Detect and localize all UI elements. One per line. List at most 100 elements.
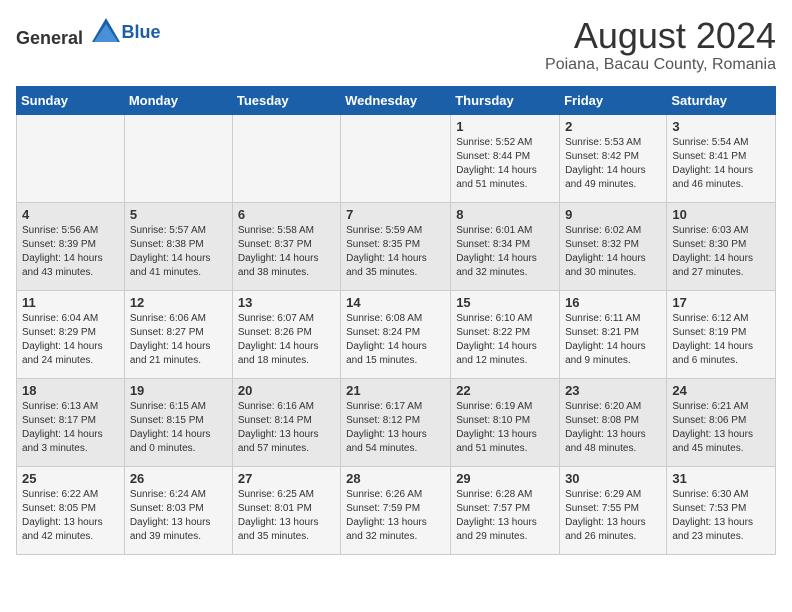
day-info-line: Daylight: 13 hours [238,516,335,530]
day-info-line: and 54 minutes. [346,442,445,456]
page-header: General Blue August 2024 Poiana, Bacau C… [16,16,776,74]
day-info-line: Sunrise: 6:13 AM [22,400,119,414]
calendar-cell: 19Sunrise: 6:15 AMSunset: 8:15 PMDayligh… [124,378,232,466]
day-info-line: Daylight: 14 hours [456,164,554,178]
calendar-cell: 28Sunrise: 6:26 AMSunset: 7:59 PMDayligh… [341,466,451,554]
day-info-line: and 41 minutes. [130,266,227,280]
day-info-line: Daylight: 14 hours [565,340,661,354]
calendar-week-5: 25Sunrise: 6:22 AMSunset: 8:05 PMDayligh… [17,466,776,554]
day-info: Sunrise: 6:29 AMSunset: 7:55 PMDaylight:… [565,488,661,544]
calendar-cell: 29Sunrise: 6:28 AMSunset: 7:57 PMDayligh… [451,466,560,554]
header-row: SundayMondayTuesdayWednesdayThursdayFrid… [17,86,776,114]
column-header-sunday: Sunday [17,86,125,114]
day-info-line: and 43 minutes. [22,266,119,280]
day-info-line: and 42 minutes. [22,530,119,544]
column-header-friday: Friday [560,86,667,114]
day-info-line: Sunrise: 6:25 AM [238,488,335,502]
day-info: Sunrise: 6:20 AMSunset: 8:08 PMDaylight:… [565,400,661,456]
day-number: 3 [672,119,770,134]
day-number: 18 [22,383,119,398]
day-info-line: and 21 minutes. [130,354,227,368]
day-info-line: Daylight: 13 hours [672,428,770,442]
day-info-line: Sunset: 8:37 PM [238,238,335,252]
day-info: Sunrise: 6:12 AMSunset: 8:19 PMDaylight:… [672,312,770,368]
logo-general: General [16,28,83,48]
day-info-line: and 51 minutes. [456,178,554,192]
day-info: Sunrise: 5:59 AMSunset: 8:35 PMDaylight:… [346,224,445,280]
day-info: Sunrise: 5:58 AMSunset: 8:37 PMDaylight:… [238,224,335,280]
day-info: Sunrise: 6:16 AMSunset: 8:14 PMDaylight:… [238,400,335,456]
day-number: 9 [565,207,661,222]
day-info: Sunrise: 6:10 AMSunset: 8:22 PMDaylight:… [456,312,554,368]
day-number: 1 [456,119,554,134]
calendar-cell [232,114,340,202]
day-info-line: Sunrise: 6:16 AM [238,400,335,414]
day-info-line: Sunset: 8:08 PM [565,414,661,428]
day-number: 5 [130,207,227,222]
day-info-line: Sunrise: 6:20 AM [565,400,661,414]
day-info-line: Sunset: 7:55 PM [565,502,661,516]
day-info-line: Sunset: 8:32 PM [565,238,661,252]
day-info-line: Sunrise: 6:19 AM [456,400,554,414]
calendar-table: SundayMondayTuesdayWednesdayThursdayFrid… [16,86,776,555]
day-info-line: and 23 minutes. [672,530,770,544]
day-info: Sunrise: 6:11 AMSunset: 8:21 PMDaylight:… [565,312,661,368]
day-info-line: Sunset: 8:10 PM [456,414,554,428]
day-info-line: Sunset: 8:01 PM [238,502,335,516]
day-info-line: Sunrise: 6:15 AM [130,400,227,414]
day-number: 15 [456,295,554,310]
day-info-line: Daylight: 14 hours [456,340,554,354]
day-number: 2 [565,119,661,134]
day-info: Sunrise: 6:15 AMSunset: 8:15 PMDaylight:… [130,400,227,456]
calendar-cell: 9Sunrise: 6:02 AMSunset: 8:32 PMDaylight… [560,202,667,290]
day-info-line: Sunset: 8:42 PM [565,150,661,164]
calendar-cell: 21Sunrise: 6:17 AMSunset: 8:12 PMDayligh… [341,378,451,466]
day-info-line: Sunset: 8:41 PM [672,150,770,164]
calendar-cell: 17Sunrise: 6:12 AMSunset: 8:19 PMDayligh… [667,290,776,378]
calendar-cell: 23Sunrise: 6:20 AMSunset: 8:08 PMDayligh… [560,378,667,466]
day-info-line: Daylight: 13 hours [565,516,661,530]
day-number: 13 [238,295,335,310]
calendar-cell: 31Sunrise: 6:30 AMSunset: 7:53 PMDayligh… [667,466,776,554]
day-info-line: and 3 minutes. [22,442,119,456]
calendar-cell: 5Sunrise: 5:57 AMSunset: 8:38 PMDaylight… [124,202,232,290]
day-number: 10 [672,207,770,222]
calendar-cell [124,114,232,202]
day-info-line: Sunrise: 5:58 AM [238,224,335,238]
day-info-line: Sunset: 8:14 PM [238,414,335,428]
day-number: 21 [346,383,445,398]
day-info-line: and 46 minutes. [672,178,770,192]
day-info-line: Sunrise: 6:12 AM [672,312,770,326]
day-info-line: Sunset: 8:22 PM [456,326,554,340]
day-info-line: and 12 minutes. [456,354,554,368]
calendar-cell: 11Sunrise: 6:04 AMSunset: 8:29 PMDayligh… [17,290,125,378]
day-info-line: Sunset: 8:34 PM [456,238,554,252]
calendar-cell: 2Sunrise: 5:53 AMSunset: 8:42 PMDaylight… [560,114,667,202]
calendar-cell: 20 Sunrise: 6:16 AMSunset: 8:14 PMDayligh… [232,378,340,466]
day-number: 16 [565,295,661,310]
day-info-line: Daylight: 14 hours [346,252,445,266]
day-info-line: and 18 minutes. [238,354,335,368]
day-info-line: Daylight: 13 hours [130,516,227,530]
day-info: Sunrise: 6:13 AMSunset: 8:17 PMDaylight:… [22,400,119,456]
calendar-cell: 7 Sunrise: 5:59 AMSunset: 8:35 PMDaylight… [341,202,451,290]
logo: General Blue [16,16,161,49]
day-info-line: Sunrise: 6:01 AM [456,224,554,238]
day-info-line: Sunset: 8:19 PM [672,326,770,340]
day-number: 12 [130,295,227,310]
day-number: 7 [346,207,445,222]
day-info-line: Daylight: 14 hours [22,428,119,442]
day-info-line: Sunset: 8:12 PM [346,414,445,428]
day-info-line: and 51 minutes. [456,442,554,456]
day-info: Sunrise: 6:03 AMSunset: 8:30 PMDaylight:… [672,224,770,280]
day-info-line: Sunrise: 5:52 AM [456,136,554,150]
calendar-cell: 26Sunrise: 6:24 AMSunset: 8:03 PMDayligh… [124,466,232,554]
day-info-line: and 32 minutes. [456,266,554,280]
day-info-line: Sunrise: 6:08 AM [346,312,445,326]
day-info: Sunrise: 5:56 AMSunset: 8:39 PMDaylight:… [22,224,119,280]
day-info-line: and 38 minutes. [238,266,335,280]
day-info-line: and 6 minutes. [672,354,770,368]
day-info-line: Daylight: 14 hours [238,252,335,266]
day-info-line: Sunset: 8:03 PM [130,502,227,516]
day-number: 20 [238,383,335,398]
